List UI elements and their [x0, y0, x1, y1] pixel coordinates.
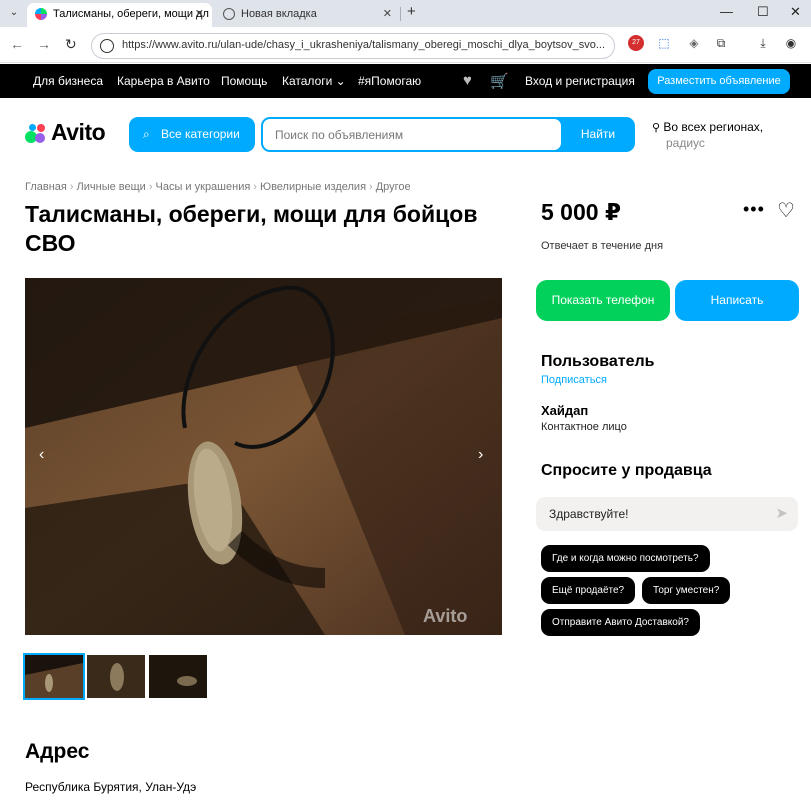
send-arrow-icon[interactable]: ➤	[775, 504, 788, 522]
browser-tabstrip: ⌄ Талисманы, обереги, мощи дл ✕ Новая вк…	[0, 0, 811, 27]
login-link[interactable]: Вход и регистрация	[525, 74, 635, 88]
region-radius: радиус	[666, 136, 705, 150]
chevron-down-icon: ⌄	[335, 74, 346, 88]
reply-time: Отвечает в течение дня	[541, 240, 664, 252]
browser-toolbar: ← → ↻ https://www.avito.ru/ulan-ude/chas…	[0, 27, 811, 63]
breadcrumb-item[interactable]: Часы и украшения	[156, 181, 251, 193]
ask-seller-text[interactable]: Здравствуйте!	[549, 507, 629, 521]
breadcrumb-chevron-icon: ›	[253, 181, 257, 193]
forward-arrow-icon[interactable]: →	[37, 36, 51, 52]
address-value: Республика Бурятия, Улан-Удэ	[25, 780, 197, 794]
breadcrumb-chevron-icon: ›	[148, 181, 153, 193]
address-heading: Адрес	[25, 740, 90, 763]
shield-extension-icon[interactable]: ◈	[686, 35, 702, 51]
seller-name[interactable]: Пользователь	[541, 353, 654, 371]
tab-title: Новая вкладка	[241, 8, 317, 20]
tab-search-chevron-icon[interactable]: ⌄	[6, 5, 22, 21]
avito-logo-dots-icon	[25, 123, 47, 145]
profile-icon[interactable]: ◉	[783, 35, 799, 51]
close-tab-icon[interactable]: ✕	[383, 3, 392, 25]
breadcrumb-item[interactable]: Личные вещи	[77, 181, 146, 193]
search-input[interactable]	[263, 119, 543, 150]
quick-question-chip[interactable]: Где и когда можно посмотреть?	[541, 545, 710, 572]
breadcrumb: Главная › Личные вещи › Часы и украшения › Юве…	[25, 181, 411, 193]
ask-seller-input[interactable]: Здравствуйте! ➤	[536, 497, 798, 531]
more-options-icon[interactable]: •••	[743, 199, 765, 220]
download-icon[interactable]: ⤓	[755, 35, 771, 51]
nav-career[interactable]: Карьера в Авито	[117, 74, 210, 88]
region-label: Во всех регионах,	[663, 120, 764, 134]
site-info-icon[interactable]	[100, 39, 114, 53]
browser-tab-newtab[interactable]: Новая вкладка ✕	[215, 3, 400, 27]
listing-main-photo[interactable]: ‹ › Avito	[25, 278, 502, 635]
reload-icon[interactable]: ↻	[65, 36, 77, 53]
tab-divider	[400, 7, 401, 21]
ask-seller-heading: Спросите у продавца	[541, 462, 712, 479]
search-box: Найти	[261, 117, 635, 152]
nav-catalogs-label: Каталоги	[282, 74, 333, 88]
cart-icon[interactable]: 🛒	[490, 72, 509, 90]
avito-favicon-icon	[35, 8, 47, 20]
all-categories-button[interactable]: ⌕ Все категории	[129, 117, 255, 152]
nav-i-help[interactable]: #яПомогаю	[358, 74, 421, 88]
address-bar[interactable]: https://www.avito.ru/ulan-ude/chasy_i_uk…	[91, 33, 615, 59]
region-selector[interactable]: ⚲ Во всех регионах, радиус	[652, 120, 763, 151]
minimize-icon[interactable]: —	[720, 4, 733, 19]
new-tab-plus-icon[interactable]: +	[407, 3, 425, 20]
extensions-puzzle-icon[interactable]: ⧉	[713, 35, 729, 51]
url-text[interactable]: https://www.avito.ru/ulan-ude/chasy_i_uk…	[122, 39, 607, 51]
show-phone-button[interactable]: Показать телефон	[536, 280, 670, 321]
thumbnail-image	[149, 655, 207, 698]
heart-icon[interactable]: ♥	[463, 72, 472, 89]
maximize-icon[interactable]: ☐	[757, 4, 769, 20]
all-categories-label: Все категории	[161, 127, 240, 141]
quick-question-chip[interactable]: Отправите Авито Доставкой?	[541, 609, 700, 636]
photo-thumbnail[interactable]	[149, 655, 207, 698]
browser-tab-active[interactable]: Талисманы, обереги, мощи дл ✕	[27, 3, 212, 27]
thumbnail-image	[87, 655, 145, 698]
nav-for-business[interactable]: Для бизнеса	[33, 74, 103, 88]
subscribe-link[interactable]: Подписаться	[541, 374, 607, 386]
favorite-heart-icon[interactable]: ♡	[777, 198, 795, 223]
tab-title: Талисманы, обереги, мощи дл	[53, 8, 209, 20]
breadcrumb-chevron-icon: ›	[369, 181, 373, 193]
breadcrumb-chevron-icon: ›	[69, 181, 74, 193]
breadcrumb-item[interactable]: Главная	[25, 181, 67, 193]
write-message-button[interactable]: Написать	[675, 280, 799, 321]
photo-illustration	[25, 278, 502, 635]
photo-watermark: Avito	[423, 606, 468, 626]
globe-favicon-icon	[223, 8, 235, 20]
breadcrumb-item[interactable]: Другое	[376, 181, 411, 193]
photo-prev-arrow-icon[interactable]: ‹	[39, 446, 44, 464]
avito-top-nav: Для бизнеса Карьера в Авито Помощь Катал…	[0, 64, 811, 98]
price: 5 000 ₽	[541, 199, 621, 225]
avito-logo-text: Avito	[51, 119, 106, 145]
thumbnail-image	[25, 655, 83, 698]
extension-badge-icon[interactable]: 27	[628, 35, 644, 51]
nav-catalogs[interactable]: Каталоги ⌄	[282, 74, 346, 88]
quick-question-chip[interactable]: Ещё продаёте?	[541, 577, 636, 604]
search-button[interactable]: Найти	[561, 119, 635, 150]
contact-name: Хайдап	[541, 403, 589, 418]
post-ad-button[interactable]: Разместить объявление	[648, 69, 790, 94]
photo-thumbnail[interactable]	[23, 653, 85, 700]
contact-role: Контактное лицо	[541, 421, 627, 433]
categories-grid-icon: ⌕	[143, 127, 150, 141]
search-input-wrapper	[263, 119, 561, 150]
breadcrumb-item[interactable]: Ювелирные изделия	[260, 181, 366, 193]
photo-thumbnail[interactable]	[87, 655, 145, 698]
translate-extension-icon[interactable]: ⬚	[656, 35, 672, 51]
photo-next-arrow-icon[interactable]: ›	[478, 446, 483, 464]
back-arrow-icon[interactable]: ←	[10, 36, 24, 52]
location-pin-icon: ⚲	[652, 122, 661, 134]
page-title: Талисманы, обереги, мощи для бойцов СВО	[25, 201, 478, 256]
close-tab-icon[interactable]: ✕	[195, 3, 204, 25]
quick-question-chip[interactable]: Торг уместен?	[642, 577, 731, 604]
nav-help[interactable]: Помощь	[221, 74, 267, 88]
close-window-icon[interactable]: ✕	[790, 4, 801, 20]
